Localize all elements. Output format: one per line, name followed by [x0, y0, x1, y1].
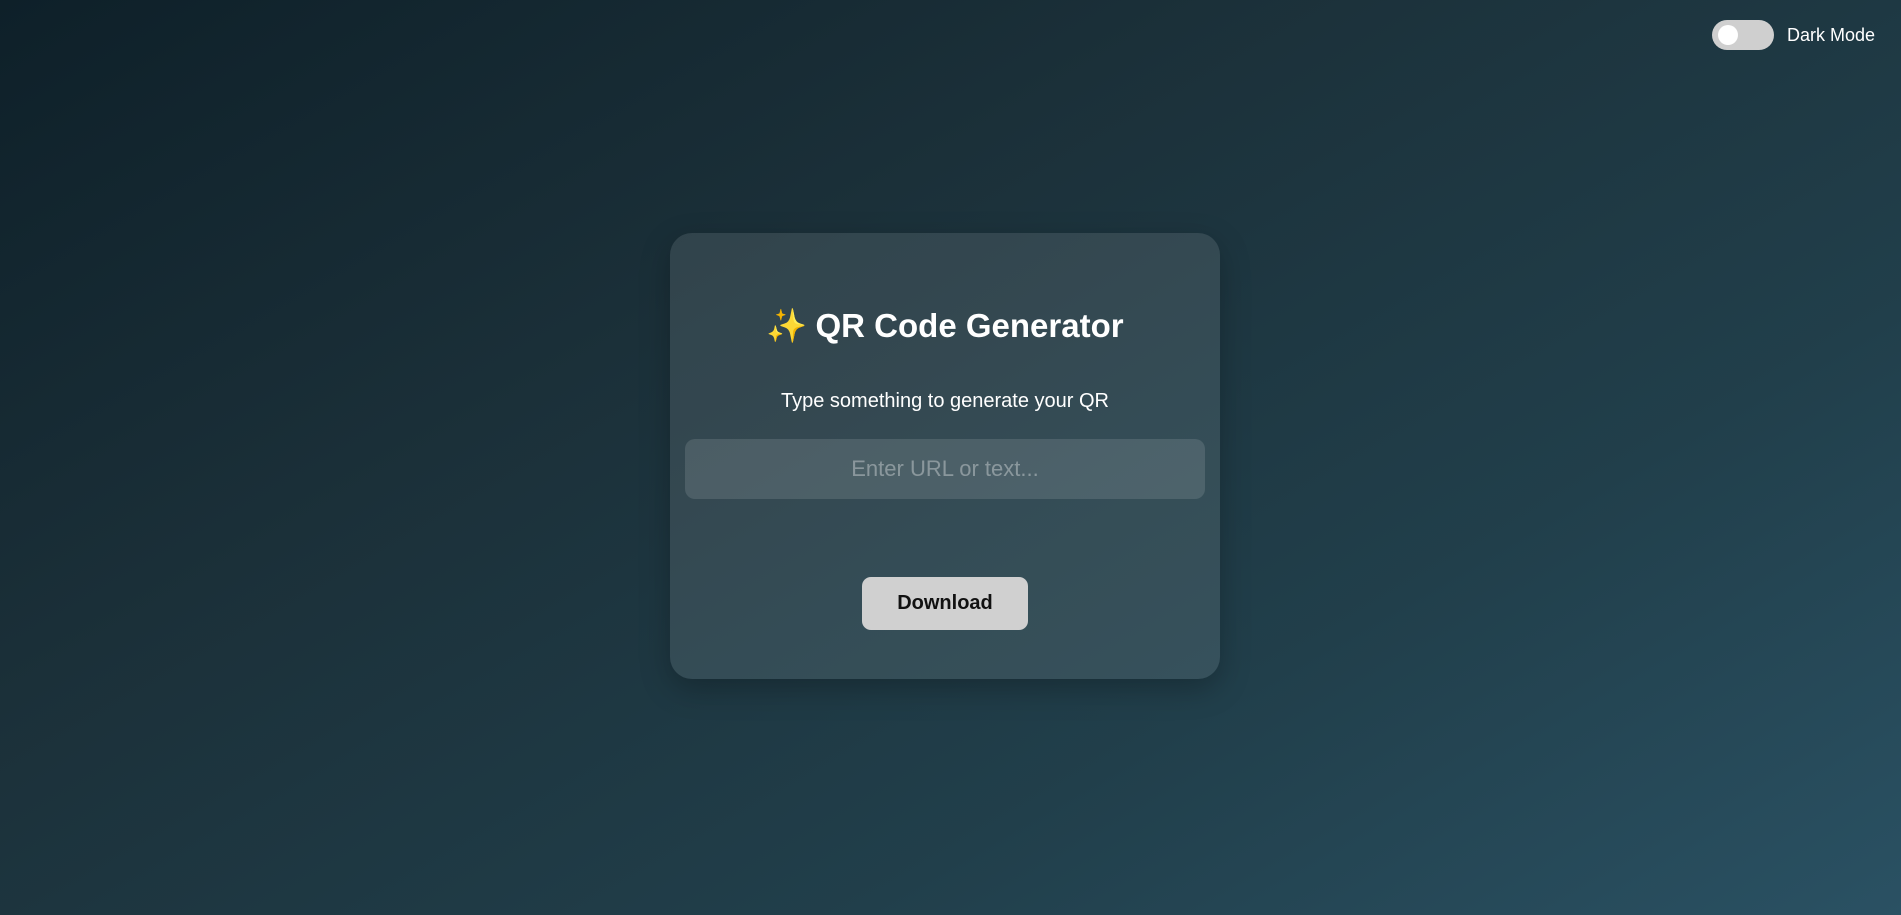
download-button[interactable]: Download [862, 577, 1028, 630]
sparkles-icon: ✨ [766, 307, 808, 344]
qr-text-input[interactable] [685, 439, 1205, 499]
qr-generator-card: ✨ QR Code Generator Type something to gen… [670, 233, 1220, 679]
title-text: QR Code Generator [815, 307, 1124, 344]
dark-mode-toggle-group: Dark Mode [1711, 20, 1875, 50]
toggle-knob [1717, 25, 1738, 45]
dark-mode-label: Dark Mode [1786, 24, 1875, 45]
page-title: ✨ QR Code Generator [670, 307, 1220, 346]
subtitle: Type something to generate your QR [781, 390, 1109, 412]
dark-mode-toggle-switch[interactable] [1711, 20, 1774, 50]
